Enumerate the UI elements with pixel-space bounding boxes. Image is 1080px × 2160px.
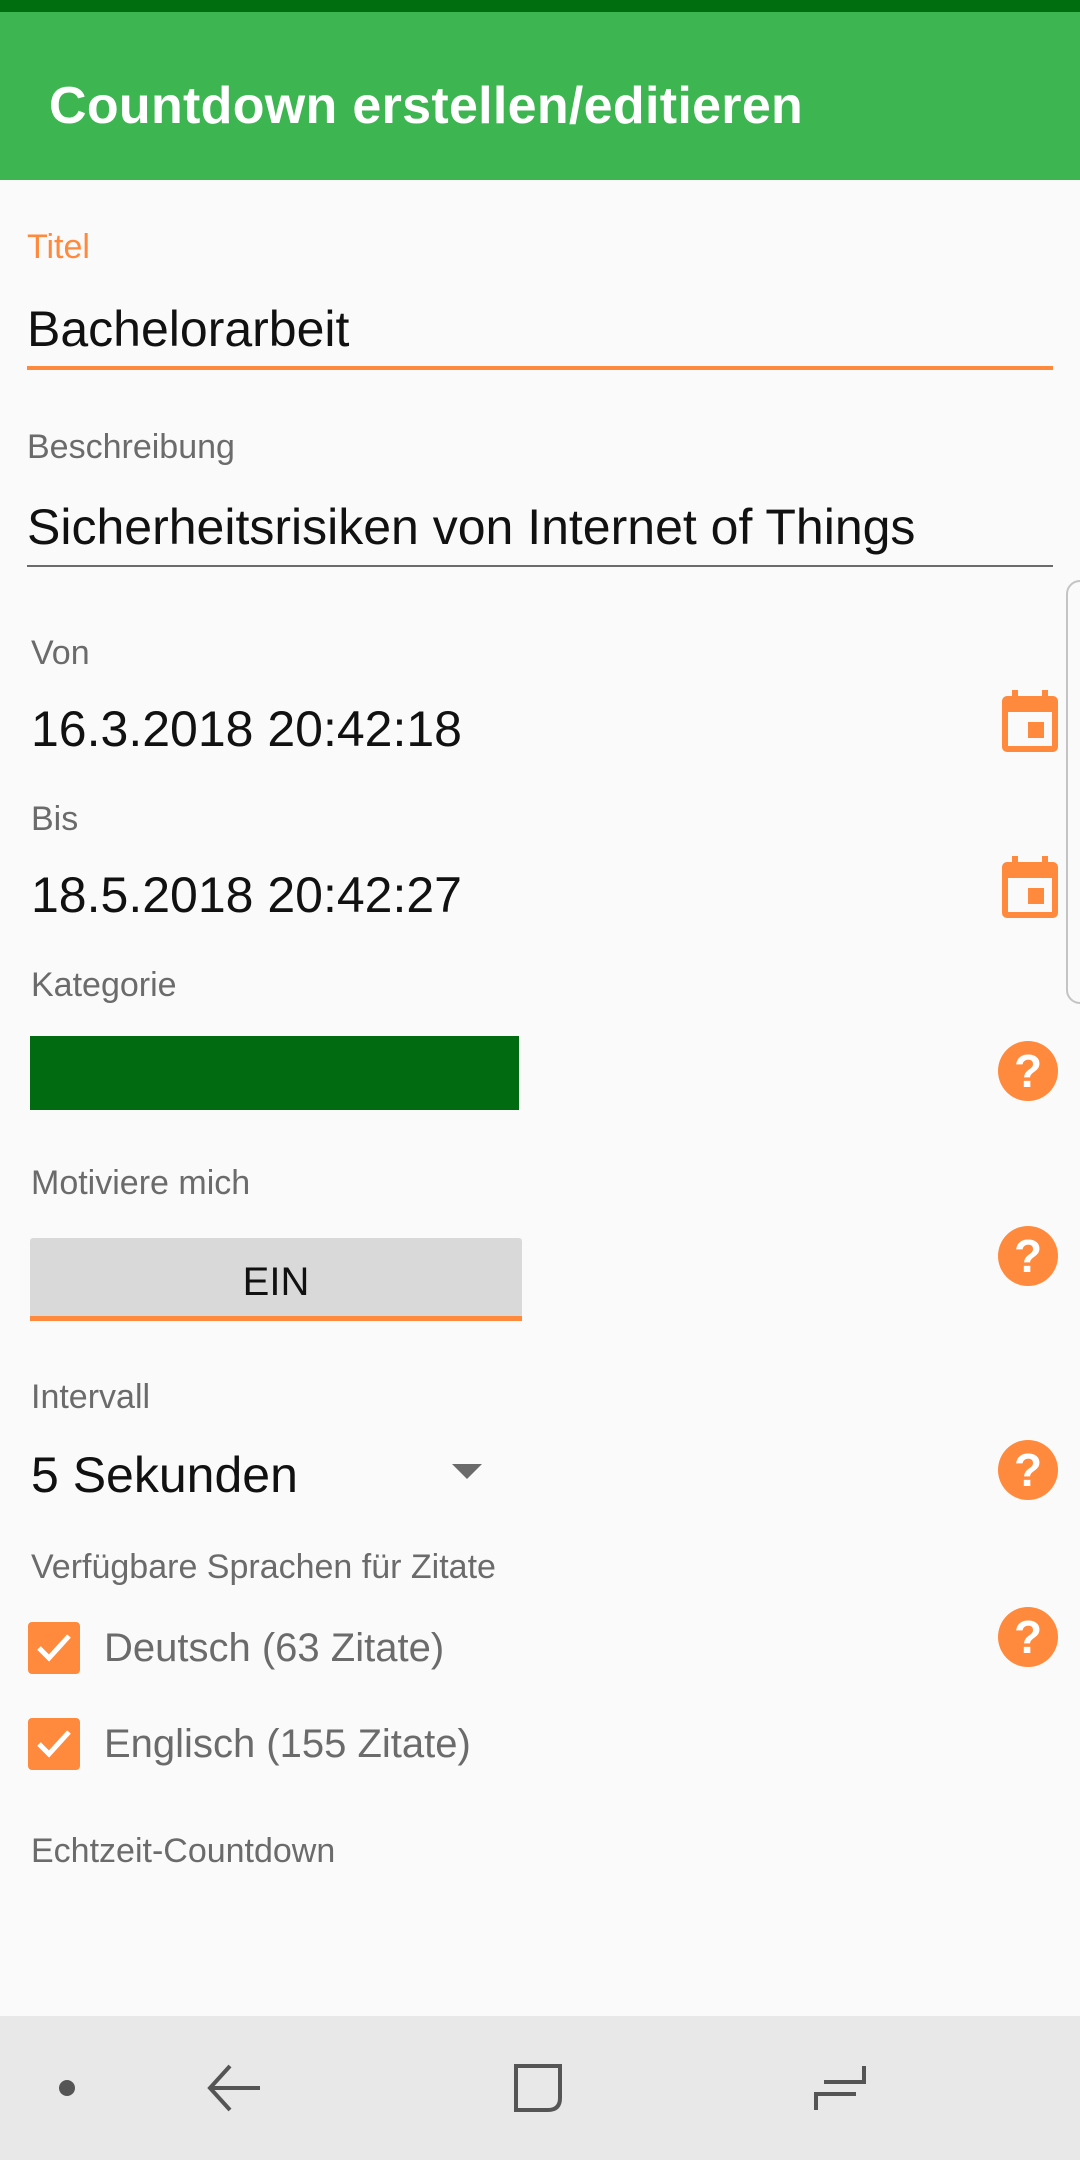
title-label: Titel [27, 228, 90, 266]
motivate-label: Motiviere mich [31, 1164, 251, 1202]
checkbox-deutsch-label[interactable]: Deutsch (63 Zitate) [104, 1626, 444, 1671]
recent-apps-icon[interactable] [812, 2060, 868, 2116]
help-icon[interactable]: ? [998, 1440, 1058, 1500]
motivate-toggle-button[interactable]: EIN [30, 1238, 522, 1318]
from-label: Von [31, 634, 90, 672]
interval-dropdown[interactable]: 5 Sekunden [31, 1446, 298, 1504]
checkbox-deutsch[interactable] [28, 1622, 80, 1674]
interval-label: Intervall [31, 1378, 151, 1416]
description-label: Beschreibung [27, 428, 235, 466]
calendar-icon[interactable] [1000, 856, 1060, 920]
checkbox-englisch-label[interactable]: Englisch (155 Zitate) [104, 1722, 471, 1767]
page-title: Countdown erstellen/editieren [49, 77, 804, 135]
from-date-value[interactable]: 16.3.2018 20:42:18 [31, 700, 462, 758]
chevron-down-icon[interactable] [452, 1464, 482, 1479]
scrollbar[interactable] [1066, 580, 1080, 1004]
languages-label: Verfügbare Sprachen für Zitate [31, 1548, 496, 1586]
title-underline [27, 366, 1053, 370]
help-icon[interactable]: ? [998, 1041, 1058, 1101]
status-bar [0, 0, 1080, 12]
category-label: Kategorie [31, 966, 177, 1004]
description-input[interactable]: Sicherheitsrisiken von Internet of Thing… [27, 498, 915, 556]
home-icon[interactable] [510, 2060, 566, 2116]
title-input[interactable]: Bachelorarbeit [27, 300, 349, 358]
to-label: Bis [31, 800, 79, 838]
check-icon [37, 1634, 71, 1662]
toggle-indicator [30, 1316, 522, 1321]
check-icon [37, 1730, 71, 1758]
checkbox-englisch[interactable] [28, 1718, 80, 1770]
realtime-label: Echtzeit-Countdown [31, 1832, 336, 1870]
nav-dot-indicator [59, 2080, 75, 2096]
back-icon[interactable] [206, 2062, 264, 2114]
help-icon[interactable]: ? [998, 1607, 1058, 1667]
app-bar: Countdown erstellen/editieren [0, 12, 1080, 180]
category-color-button[interactable] [30, 1036, 519, 1110]
description-underline [27, 565, 1053, 567]
calendar-icon[interactable] [1000, 690, 1060, 754]
help-icon[interactable]: ? [998, 1226, 1058, 1286]
to-date-value[interactable]: 18.5.2018 20:42:27 [31, 866, 462, 924]
